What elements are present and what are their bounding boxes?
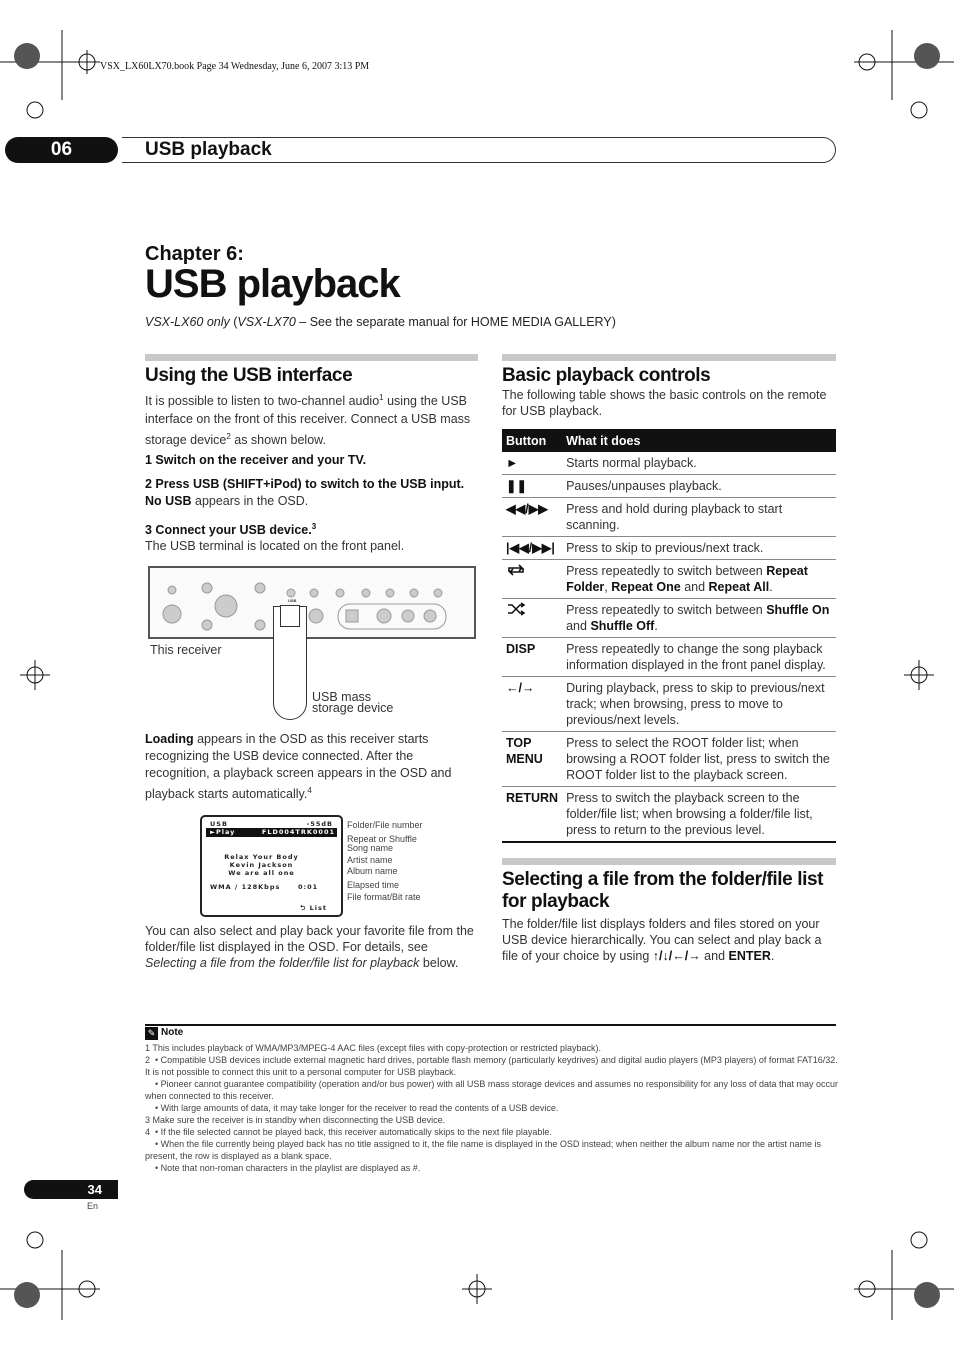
button-description: Press to skip to previous/next track. [562,536,836,560]
table-row: ► Starts normal playback. [502,452,836,475]
step-2: 2 Press USB (SHIFT+iPod) to switch to th… [145,477,465,491]
table-row: Press repeatedly to switch between Shuff… [502,598,836,638]
table-row: ◀◀/▶▶ Press and hold during playback to s… [502,497,836,537]
section-bar [145,354,478,361]
column-header: What it does [562,429,836,452]
button-name: TOP MENU [502,731,563,787]
outro-text: You can also select and play back your f… [145,924,474,970]
osd-volume: -55dB [306,820,333,828]
button-description: Press to select the ROOT folder list; wh… [562,731,836,787]
page-number: 34 [24,1180,118,1199]
note-divider [145,1024,836,1026]
print-header: VSX_LX60LX70.book Page 34 Wednesday, Jun… [100,61,370,72]
step-3: 3 Connect your USB device.3 [145,522,317,538]
footnote: • Note that non-roman characters in the … [145,1163,421,1173]
table-row: RETURN Press to switch the playback scree… [502,786,836,843]
table-row: TOP MENU Press to select the ROOT folder … [502,731,836,787]
footnotes: 1 This includes playback of WMA/MP3/MPEG… [145,1042,840,1174]
select-file-text: The folder/file list displays folders an… [502,917,822,963]
left-right-arrows-icon: ←/→ [502,676,563,732]
play-icon: ► [502,452,563,475]
page-title: USB playback [145,262,401,306]
section-bar [502,858,836,865]
language-code: En [87,1201,99,1211]
svg-text:USB: USB [288,598,297,603]
step-3-text: The USB terminal is located on the front… [145,539,405,553]
skip-prev-next-icon: |◀◀/▶▶| [502,536,563,560]
chapter-number: 06 [5,137,118,163]
osd-label: Album name [347,866,398,876]
receiver-panel-drawing: USB [162,582,447,631]
rewind-fastforward-icon: ◀◀/▶▶ [502,497,563,537]
osd-label: Song name [347,843,394,853]
intro-text: It is possible to listen to two-channel … [145,393,471,448]
osd-time: 0:01 [298,883,319,891]
note-title: Note [161,1027,184,1038]
figure-label-receiver: This receiver [150,643,222,657]
section-heading-basic-controls: Basic playback controls [502,365,711,386]
osd-label: Folder/File number [347,820,423,830]
receiver-front-panel-figure: USB [148,566,476,639]
osd-status-bar: ►Play FLD004TRK0001 [206,828,337,837]
button-description: Press repeatedly to change the song play… [562,637,836,677]
usb-plug [280,605,300,627]
button-description: Press to switch the playback screen to t… [562,786,836,843]
section-heading-usb-interface: Using the USB interface [145,365,353,386]
button-name: RETURN [502,786,563,843]
chapter-tab-title: USB playback [145,139,272,160]
repeat-icon [502,559,563,599]
footnote: 4 • If the file selected cannot be playe… [145,1127,552,1137]
footnote: 1 This includes playback of WMA/MP3/MPEG… [145,1043,602,1053]
figure-label-usb-device: USB mass storage device [312,690,394,715]
note-pencil-icon: ✎ [145,1027,158,1040]
button-description: Press repeatedly to switch between Repea… [562,559,836,599]
osd-label: File format/Bit rate [347,892,421,902]
osd-list: ⮌ List [300,904,327,912]
button-description: Press and hold during playback to start … [562,497,836,537]
footnote: • With large amounts of data, it may tak… [145,1103,559,1113]
footnote: • Pioneer cannot guarantee compatibility… [145,1079,841,1101]
step-2-text: No USB appears in the OSD. [145,494,309,508]
table-row: ←/→ During playback, press to skip to pre… [502,676,836,732]
section-heading-select-file: Selecting a file from the folder/file li… [502,869,824,912]
footnote: • When the file currently being played b… [145,1139,824,1161]
shuffle-icon [502,598,563,638]
button-name: DISP [502,637,563,677]
column-header: Button [502,429,563,452]
pause-icon: ❚❚ [502,474,563,498]
osd-label: Elapsed time [347,880,400,890]
osd-format: WMA / 128Kbps [210,883,281,891]
table-row: Press repeatedly to switch between Repea… [502,559,836,599]
loading-text: Loading appears in the OSD as this recei… [145,732,452,802]
button-description: Starts normal playback. [562,452,836,475]
usb-stick-figure [273,605,307,720]
controls-intro: The following table shows the basic cont… [502,388,827,418]
footnote: 3 Make sure the receiver is in standby w… [145,1115,446,1125]
osd-playback-screen: USB -55dB ►Play FLD004TRK0001 Relax Your … [200,815,343,917]
table-row: DISP Press repeatedly to change the song … [502,637,836,677]
footnote: 2 • Compatible USB devices include exter… [145,1055,841,1077]
section-bar [502,354,836,361]
button-description: During playback, press to skip to previo… [562,676,836,732]
osd-source: USB [210,820,228,828]
step-1: 1 Switch on the receiver and your TV. [145,453,367,467]
osd-label: Artist name [347,855,393,865]
button-description: Press repeatedly to switch between Shuff… [562,598,836,638]
subtitle: VSX-LX60 only (VSX-LX70 – See the separa… [145,315,616,329]
button-description: Pauses/unpauses playback. [562,474,836,498]
controls-table: Button What it does ► Starts normal playba… [502,429,836,843]
table-row: ❚❚ Pauses/unpauses playback. [502,474,836,498]
osd-track-info: Relax Your Body Kevin Jackson We are all o… [224,853,299,877]
table-row: |◀◀/▶▶| Press to skip to previous/next tr… [502,536,836,560]
